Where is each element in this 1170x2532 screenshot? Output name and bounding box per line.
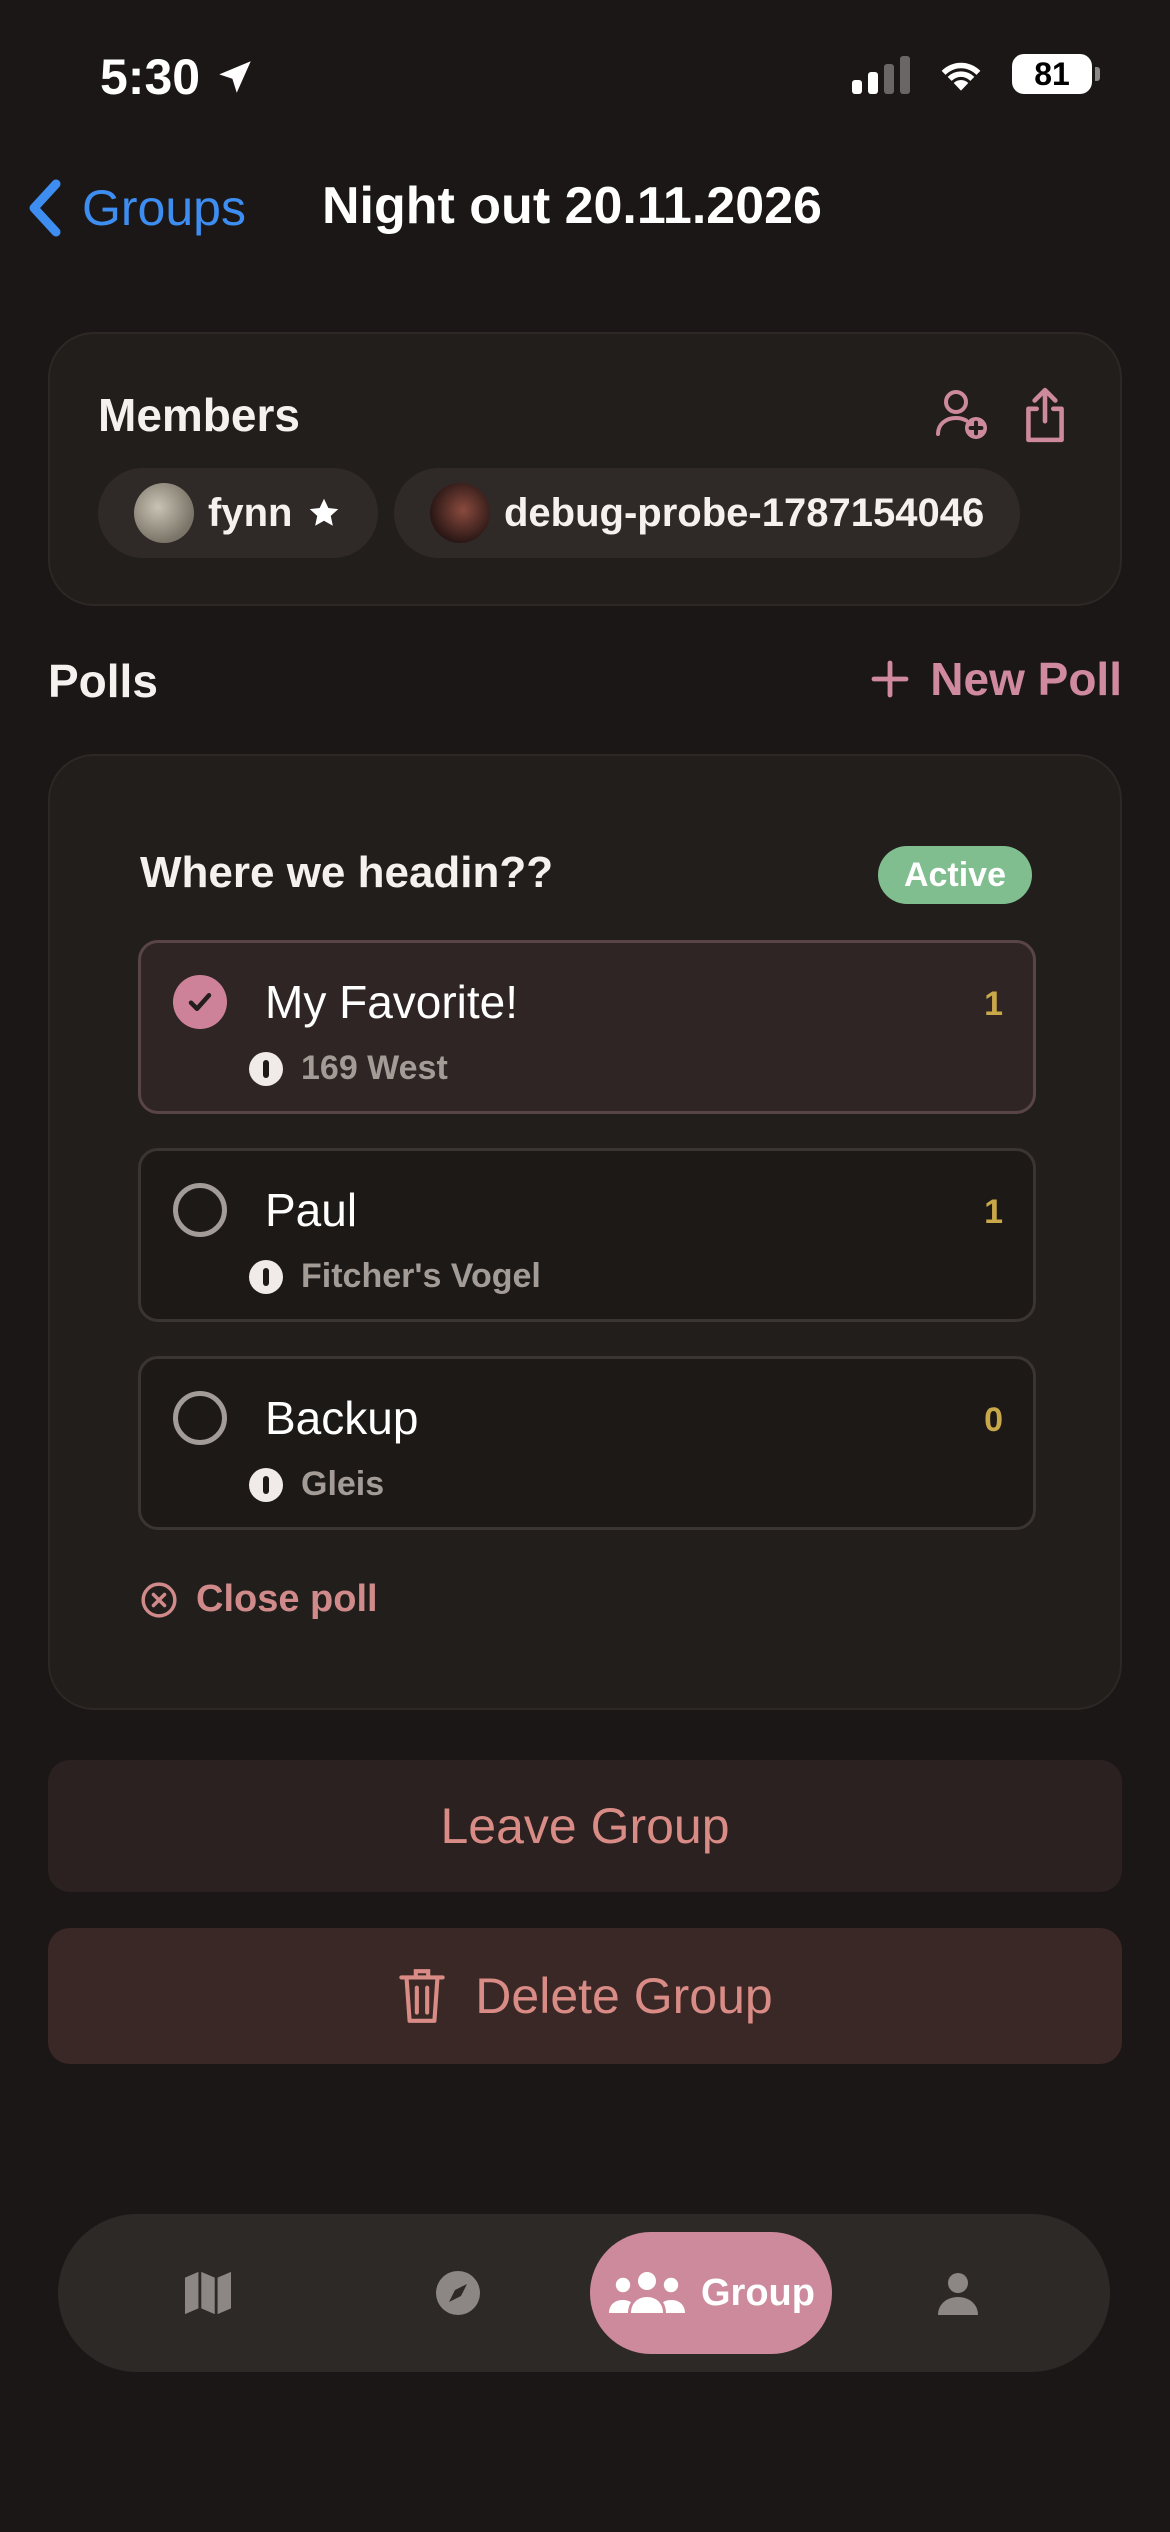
close-poll-label: Close poll [196, 1578, 378, 1620]
members-title: Members [98, 389, 300, 441]
location-arrow-icon [219, 61, 251, 93]
close-poll-button[interactable]: Close poll [140, 1578, 378, 1621]
location-label: 169 West [301, 1049, 448, 1087]
radio-unchecked[interactable] [173, 1183, 227, 1237]
members-card: Members fynn debug-probe-1787154046 [48, 332, 1122, 606]
member-chip[interactable]: debug-probe-1787154046 [394, 468, 1021, 558]
checkmark-icon [188, 993, 212, 1011]
back-button[interactable]: Groups [26, 178, 246, 238]
poll-option[interactable]: Paul Fitcher's Vogel 1 [138, 1148, 1036, 1322]
poll-question: Where we headin?? [140, 848, 554, 897]
chevron-left-icon [29, 179, 61, 237]
vote-count: 0 [984, 1401, 1003, 1439]
person-icon [938, 2273, 978, 2315]
location-label: Gleis [301, 1465, 385, 1503]
option-name: Paul [265, 1184, 358, 1236]
leave-group-button[interactable]: Leave Group [48, 1760, 1122, 1892]
tab-group-label: Group [701, 2271, 815, 2314]
option-location: 169 West [249, 1049, 448, 1088]
location-label: Fitcher's Vogel [301, 1257, 541, 1295]
battery-indicator: 81 [1012, 54, 1100, 94]
poll-card: Where we headin?? Active My Favorite! 16… [48, 754, 1122, 1710]
member-chip[interactable]: fynn [98, 468, 379, 558]
members-actions [934, 386, 1070, 444]
radio-unchecked[interactable] [173, 1391, 227, 1445]
poll-option[interactable]: Backup Gleis 0 [138, 1356, 1036, 1530]
share-icon[interactable] [1020, 386, 1070, 444]
radio-checked[interactable] [173, 975, 227, 1029]
new-poll-label: New Poll [930, 653, 1122, 705]
status-badge: Active [877, 846, 1032, 904]
tab-map[interactable] [148, 2232, 268, 2354]
option-name: My Favorite! [265, 976, 519, 1028]
delete-group-label: Delete Group [475, 1968, 773, 2024]
status-time-text: 5:30 [100, 49, 201, 105]
location-pin-icon [249, 1259, 283, 1294]
wifi-icon [941, 62, 981, 91]
member-name: fynn [208, 490, 293, 535]
option-name: Backup [265, 1392, 419, 1444]
trash-icon [399, 1969, 446, 2023]
new-poll-button[interactable]: New Poll [870, 652, 1122, 706]
add-member-icon[interactable] [934, 386, 990, 442]
map-icon [185, 2271, 231, 2315]
location-pin-icon [249, 1051, 283, 1086]
vote-count: 1 [984, 1193, 1003, 1231]
member-name: debug-probe-1787154046 [504, 490, 985, 535]
avatar [430, 483, 490, 543]
delete-group-button[interactable]: Delete Group [48, 1928, 1122, 2064]
avatar [134, 483, 194, 543]
status-icons: 81 [852, 54, 1100, 94]
star-icon [310, 498, 339, 526]
plus-icon [871, 660, 909, 698]
page-title: Night out 20.11.2026 [322, 177, 822, 235]
tab-profile[interactable] [898, 2232, 1018, 2354]
location-pin-icon [249, 1467, 283, 1502]
tab-explore[interactable] [398, 2232, 518, 2354]
tab-bar: Group [58, 2214, 1110, 2372]
vote-count: 1 [984, 985, 1003, 1023]
cellular-signal-icon [852, 54, 910, 94]
tab-group[interactable]: Group [590, 2232, 832, 2354]
option-location: Fitcher's Vogel [249, 1257, 541, 1296]
option-location: Gleis [249, 1465, 384, 1504]
polls-title: Polls [48, 655, 158, 707]
back-label: Groups [82, 180, 246, 236]
status-time: 5:30 [100, 48, 256, 106]
poll-option[interactable]: My Favorite! 169 West 1 [138, 940, 1036, 1114]
group-icon [609, 2272, 685, 2313]
compass-icon [436, 2271, 480, 2315]
close-circle-icon [141, 1581, 177, 1618]
